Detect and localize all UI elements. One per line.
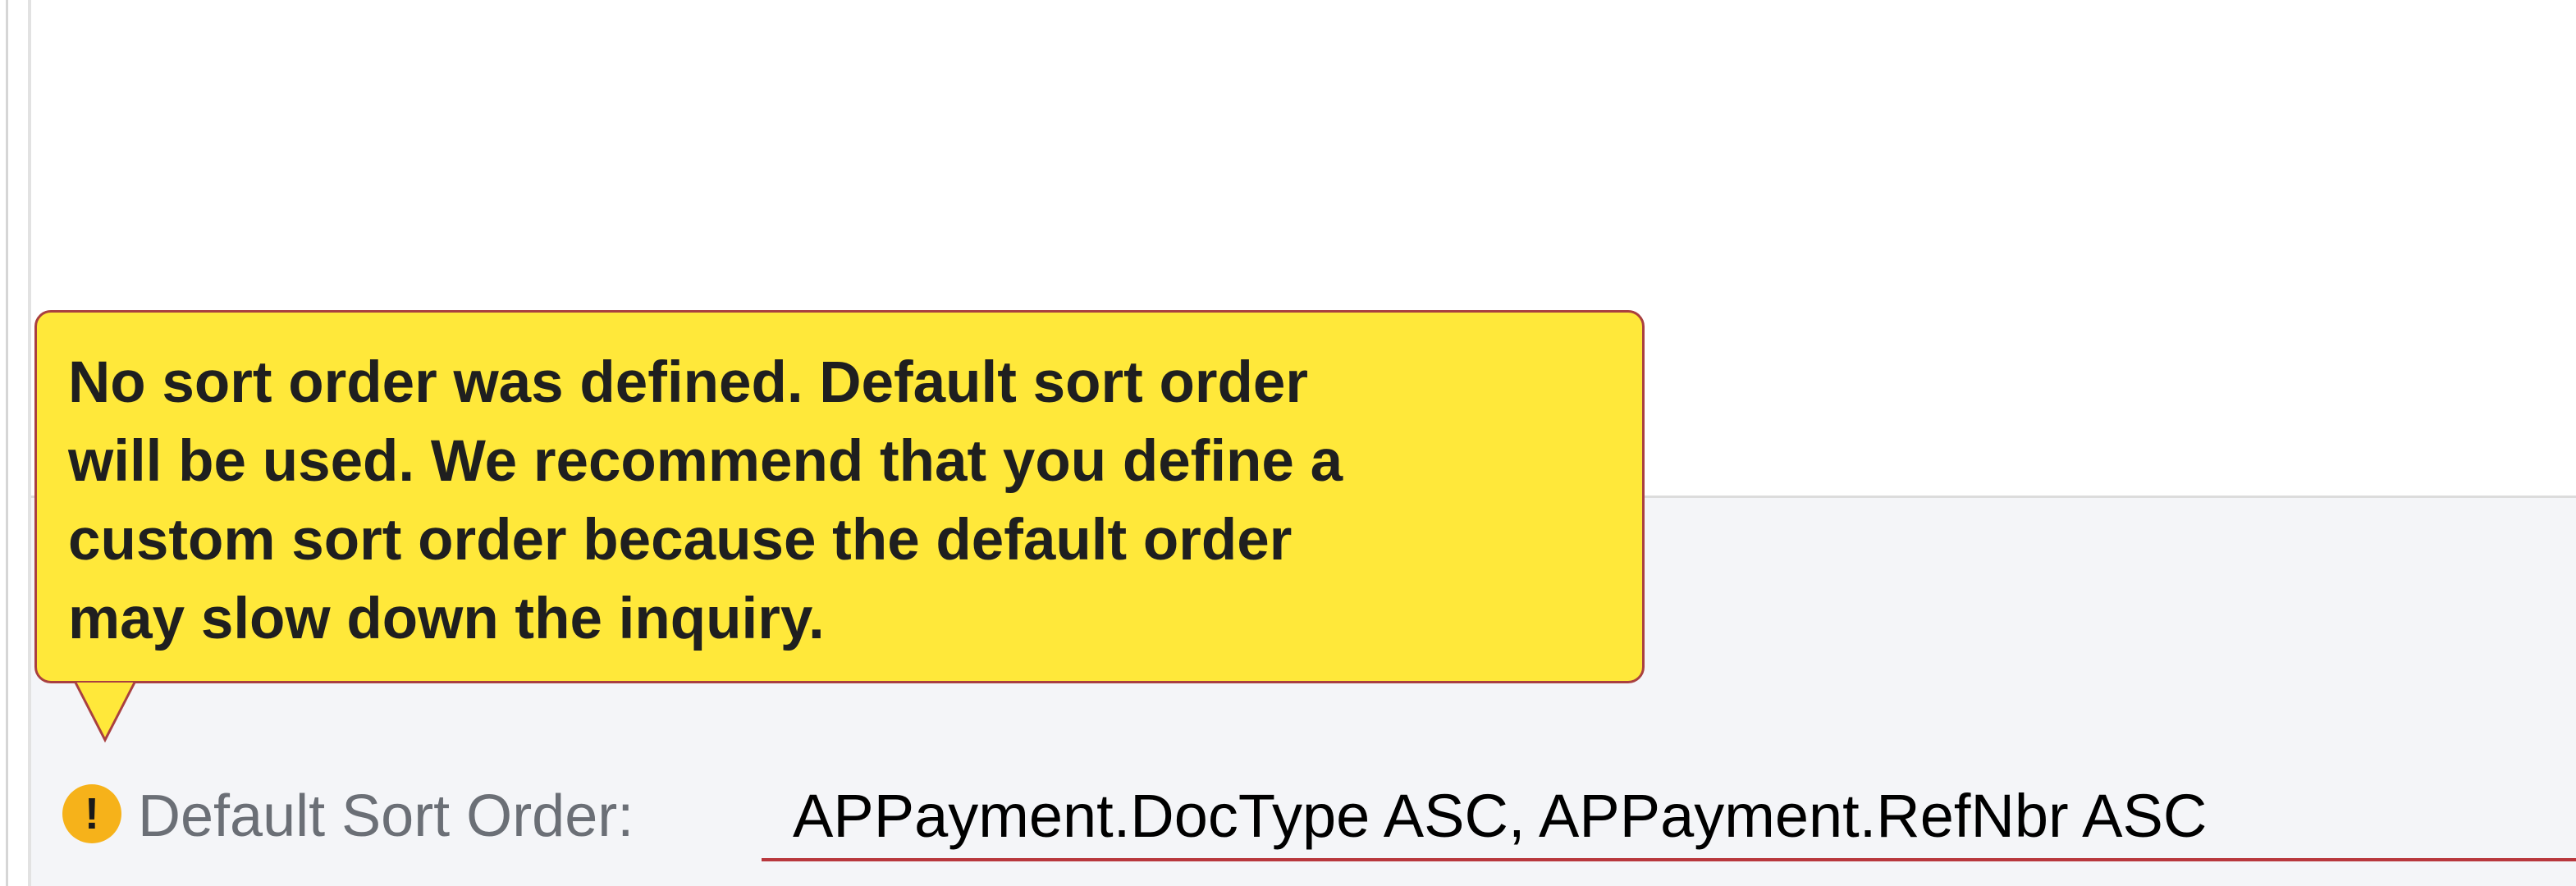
- default-sort-order-field[interactable]: APPayment.DocType ASC, APPayment.RefNbr …: [762, 771, 2576, 861]
- warning-icon[interactable]: !: [62, 784, 121, 843]
- page: ! Default Sort Order: APPayment.DocType …: [0, 0, 2576, 886]
- validation-tooltip: No sort order was defined. Default sort …: [34, 310, 1645, 683]
- default-sort-order-label: Default Sort Order:: [138, 783, 634, 849]
- tooltip-message: No sort order was defined. Default sort …: [68, 350, 1343, 651]
- window-edge: [6, 0, 8, 886]
- default-sort-order-row: ! Default Sort Order: APPayment.DocType …: [62, 771, 2576, 861]
